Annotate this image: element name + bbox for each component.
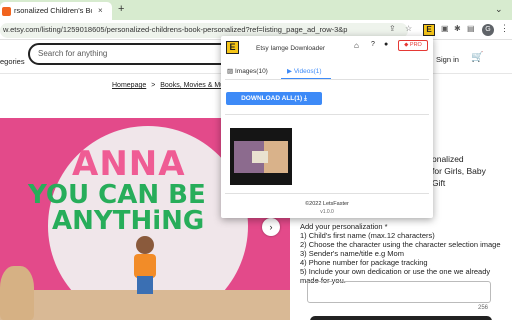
video-thumbnail[interactable] <box>230 128 292 185</box>
browser-menu-icon[interactable]: ⋮ <box>500 23 509 34</box>
child-head <box>136 236 154 254</box>
breadcrumb-homepage[interactable]: Homepage <box>112 82 146 89</box>
video-icon: ▶ <box>287 68 292 75</box>
tab-videos-label: Videos(1) <box>293 68 322 75</box>
footer-divider <box>225 193 429 194</box>
active-tab-indicator <box>281 78 331 79</box>
version-text: v1.0.0 <box>320 209 334 215</box>
home-icon[interactable]: ⌂ <box>354 41 359 50</box>
tab-title: rsonalized Children's Book <box>14 6 92 15</box>
tab-videos[interactable]: ▶ Videos(1) <box>287 67 322 75</box>
action-divider <box>225 114 429 115</box>
breadcrumb: Homepage > Books, Movies & Music <box>112 82 233 89</box>
tab-images-label: Images(10) <box>234 68 268 75</box>
instruction-line: 1) Child's first name (max.12 characters… <box>300 231 435 240</box>
categories-link[interactable]: egories <box>0 57 25 66</box>
personalization-textarea[interactable] <box>307 281 491 303</box>
browser-tab[interactable]: rsonalized Children's Book × <box>0 2 112 20</box>
pro-button[interactable]: ◆ PRO <box>398 40 428 51</box>
tab-search-chevron-icon[interactable]: ⌄ <box>495 4 503 15</box>
copyright-text: ©2022 LetsFaster <box>305 201 349 207</box>
pro-label: PRO <box>409 42 422 48</box>
diamond-icon: ◆ <box>404 42 409 48</box>
product-title-line1: onalized <box>432 154 464 164</box>
download-icon: ⤓ <box>304 95 307 102</box>
product-title-line2: for Girls, Baby <box>432 166 486 176</box>
extension-popup: E Etsy Iamge Downloader ⌂ ? ● ◆ PRO ▨ Im… <box>221 36 433 218</box>
popup-logo-icon: E <box>226 41 239 54</box>
sign-in-link[interactable]: Sign in <box>436 55 459 64</box>
instruction-line: 5) Include your own dedication or use th… <box>300 267 491 276</box>
side-panel-icon[interactable]: ▤ <box>467 24 475 33</box>
download-all-label: DOWNLOAD ALL(1) <box>241 95 303 102</box>
browser-window: rsonalized Children's Book × + ⌄ w.etsy.… <box>0 0 512 320</box>
cart-icon[interactable]: 🛒 <box>471 52 483 63</box>
help-icon[interactable]: ? <box>371 41 375 48</box>
breadcrumb-separator: > <box>151 82 156 89</box>
instruction-line: 3) Sender's name/title e.g Mom <box>300 249 404 258</box>
tab-strip: rsonalized Children's Book × + ⌄ <box>0 0 512 20</box>
tabs-divider <box>225 79 429 80</box>
child-body <box>134 254 156 278</box>
etsy-favicon-icon <box>2 7 11 16</box>
teddy-bear-illustration <box>0 266 34 320</box>
image-icon: ▨ <box>227 68 234 75</box>
bookmark-star-icon[interactable]: ☆ <box>405 24 412 33</box>
personalization-heading: Add your personalization * <box>300 222 388 231</box>
hero-name-text: ANNA <box>72 144 186 184</box>
hero-line3-text: ANYTHiNG <box>52 206 205 236</box>
scene-center <box>252 151 268 163</box>
add-to-cart-button[interactable] <box>310 316 492 320</box>
profile-avatar[interactable]: G <box>482 24 494 36</box>
user-icon[interactable]: ● <box>384 41 388 48</box>
next-image-arrow-icon[interactable]: › <box>262 218 280 236</box>
address-bar-url[interactable]: w.etsy.com/listing/1259018605/personaliz… <box>3 25 348 34</box>
etsy-downloader-extension-icon[interactable]: E <box>423 24 435 36</box>
popup-app-title: Etsy Iamge Downloader <box>256 45 326 52</box>
tab-close-icon[interactable]: × <box>98 6 103 15</box>
search-placeholder: Search for anything <box>38 49 108 58</box>
search-input[interactable]: Search for anything <box>28 43 242 65</box>
product-title-line3: Gift <box>432 178 446 188</box>
tab-images[interactable]: ▨ Images(10) <box>227 67 268 75</box>
child-character-illustration <box>128 236 162 296</box>
extension-icon[interactable]: ▣ <box>441 24 449 33</box>
instruction-line: 2) Choose the character using the charac… <box>300 240 501 249</box>
puzzle-extensions-icon[interactable]: ✱ <box>454 24 461 33</box>
download-all-button[interactable]: DOWNLOAD ALL(1) ⤓ <box>226 92 322 105</box>
instruction-line: 4) Phone number for package tracking <box>300 258 428 267</box>
child-legs <box>137 276 153 294</box>
character-counter: 256 <box>478 305 489 311</box>
share-icon[interactable]: ⇪ <box>389 24 396 33</box>
thumbnail-scene <box>234 141 288 173</box>
new-tab-button[interactable]: + <box>118 3 124 15</box>
